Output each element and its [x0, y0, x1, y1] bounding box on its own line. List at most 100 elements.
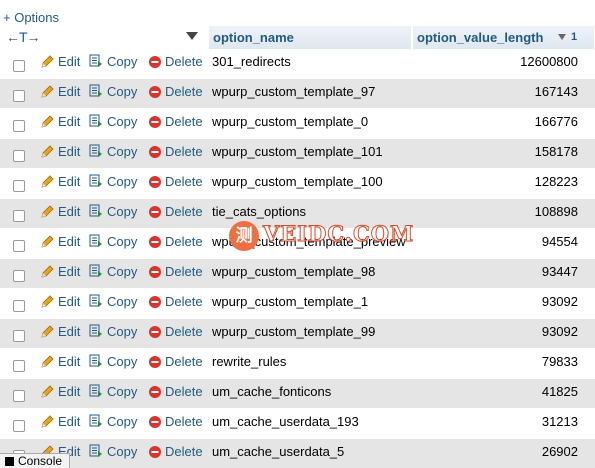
- delete-icon: [148, 324, 165, 339]
- delete-link[interactable]: Delete: [148, 114, 203, 130]
- edit-label: Edit: [58, 204, 81, 219]
- row-checkbox[interactable]: [13, 390, 25, 402]
- option-value-length-cell: 94554: [541, 234, 578, 249]
- row-checkbox[interactable]: [13, 180, 25, 192]
- delete-link[interactable]: Delete: [148, 264, 203, 280]
- edit-label: Edit: [58, 414, 81, 429]
- delete-icon: [148, 354, 165, 369]
- row-checkbox[interactable]: [13, 360, 25, 372]
- option-value-length-cell: 108898: [534, 204, 578, 219]
- table-row: Edit Copy Delete wpurp_custom_template_100 1…: [0, 169, 595, 199]
- copy-icon: [89, 264, 107, 279]
- options-toggle-link[interactable]: + Options: [3, 10, 59, 26]
- option-value-length-cell: 93092: [541, 294, 578, 309]
- copy-link[interactable]: Copy: [89, 174, 137, 190]
- delete-icon: [148, 84, 165, 99]
- copy-label: Copy: [107, 174, 138, 189]
- option-name-cell: wpurp_custom_template_101: [212, 144, 383, 159]
- row-checkbox[interactable]: [13, 270, 25, 282]
- row-checkbox[interactable]: [13, 90, 25, 102]
- edit-label: Edit: [58, 354, 81, 369]
- console-tab[interactable]: Console: [0, 453, 70, 468]
- delete-label: Delete: [165, 264, 203, 279]
- sort-direction-icon[interactable]: [186, 32, 198, 40]
- delete-link[interactable]: Delete: [148, 294, 203, 310]
- delete-link[interactable]: Delete: [148, 414, 203, 430]
- row-checkbox[interactable]: [13, 240, 25, 252]
- copy-icon: [89, 384, 107, 399]
- copy-link[interactable]: Copy: [89, 204, 137, 220]
- row-checkbox[interactable]: [13, 330, 25, 342]
- copy-link[interactable]: Copy: [89, 264, 137, 280]
- delete-link[interactable]: Delete: [148, 234, 203, 250]
- edit-link[interactable]: Edit: [40, 234, 80, 250]
- option-name-column-header[interactable]: option_name: [213, 30, 294, 45]
- delete-link[interactable]: Delete: [148, 204, 203, 220]
- sort-arrow-icon[interactable]: [558, 34, 566, 40]
- option-value-length-cell: 166776: [534, 114, 578, 129]
- edit-link[interactable]: Edit: [40, 114, 80, 130]
- edit-link[interactable]: Edit: [40, 84, 80, 100]
- row-checkbox[interactable]: [13, 210, 25, 222]
- edit-link[interactable]: Edit: [40, 324, 80, 340]
- delete-label: Delete: [165, 444, 203, 459]
- copy-link[interactable]: Copy: [89, 324, 137, 340]
- copy-label: Copy: [107, 144, 138, 159]
- edit-link[interactable]: Edit: [40, 174, 80, 190]
- option-name-cell: um_cache_userdata_193: [212, 414, 359, 429]
- edit-link[interactable]: Edit: [40, 264, 80, 280]
- copy-link[interactable]: Copy: [89, 234, 137, 250]
- delete-icon: [148, 144, 165, 159]
- copy-icon: [89, 324, 107, 339]
- delete-link[interactable]: Delete: [148, 84, 203, 100]
- copy-link[interactable]: Copy: [89, 144, 137, 160]
- option-value-length-column-header[interactable]: option_value_length: [417, 30, 543, 45]
- pencil-icon: [40, 384, 58, 399]
- delete-link[interactable]: Delete: [148, 144, 203, 160]
- edit-link[interactable]: Edit: [40, 294, 80, 310]
- option-name-cell: 301_redirects: [212, 54, 291, 69]
- row-checkbox[interactable]: [13, 420, 25, 432]
- copy-label: Copy: [107, 354, 138, 369]
- delete-label: Delete: [165, 324, 203, 339]
- copy-link[interactable]: Copy: [89, 294, 137, 310]
- edit-link[interactable]: Edit: [40, 54, 80, 70]
- table-row: Edit Copy Delete wpurp_custom_template_0 166…: [0, 109, 595, 139]
- copy-link[interactable]: Copy: [89, 414, 137, 430]
- edit-link[interactable]: Edit: [40, 414, 80, 430]
- delete-link[interactable]: Delete: [148, 54, 203, 70]
- option-value-length-cell: 128223: [534, 174, 578, 189]
- copy-link[interactable]: Copy: [89, 84, 137, 100]
- copy-link[interactable]: Copy: [89, 114, 137, 130]
- delete-label: Delete: [165, 234, 203, 249]
- delete-icon: [148, 264, 165, 279]
- copy-link[interactable]: Copy: [89, 54, 137, 70]
- edit-link[interactable]: Edit: [40, 384, 80, 400]
- delete-link[interactable]: Delete: [148, 384, 203, 400]
- row-checkbox[interactable]: [13, 120, 25, 132]
- delete-link[interactable]: Delete: [148, 444, 203, 460]
- watermark-glyph: 测: [229, 221, 259, 251]
- row-checkbox[interactable]: [13, 300, 25, 312]
- edit-link[interactable]: Edit: [40, 354, 80, 370]
- copy-link[interactable]: Copy: [89, 384, 137, 400]
- option-name-cell: wpurp_custom_template_98: [212, 264, 376, 279]
- column-resize-icon[interactable]: ←T→: [6, 30, 41, 44]
- row-checkbox[interactable]: [13, 150, 25, 162]
- delete-link[interactable]: Delete: [148, 174, 203, 190]
- copy-link[interactable]: Copy: [89, 354, 137, 370]
- edit-link[interactable]: Edit: [40, 204, 80, 220]
- delete-label: Delete: [165, 54, 203, 69]
- copy-link[interactable]: Copy: [89, 444, 137, 460]
- copy-icon: [89, 54, 107, 69]
- option-name-cell: um_cache_fonticons: [212, 384, 332, 399]
- option-name-cell: wpurp_custom_template_100: [212, 174, 383, 189]
- delete-link[interactable]: Delete: [148, 354, 203, 370]
- table-header: ←T→ option_name option_value_length 1: [0, 26, 595, 49]
- delete-link[interactable]: Delete: [148, 324, 203, 340]
- actions-header-cell: ←T→: [0, 26, 209, 49]
- copy-icon: [89, 234, 107, 249]
- edit-link[interactable]: Edit: [40, 144, 80, 160]
- pencil-icon: [40, 294, 58, 309]
- row-checkbox[interactable]: [13, 60, 25, 72]
